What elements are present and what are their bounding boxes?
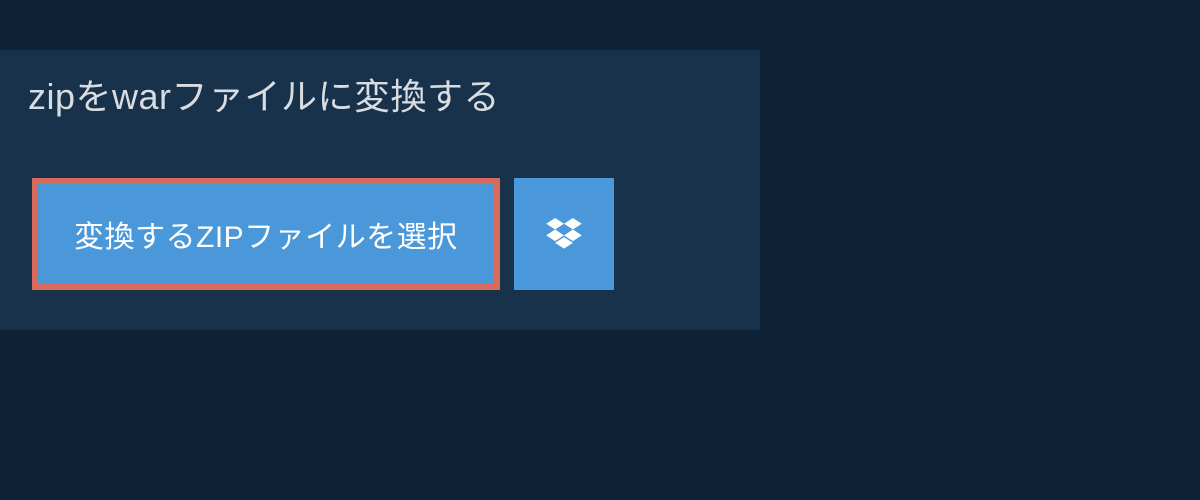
- select-file-label: 変換するZIPファイルを選択: [74, 212, 458, 256]
- title-bar: zipをwarファイルに変換する: [0, 50, 528, 138]
- dropbox-icon: [546, 218, 582, 250]
- converter-panel: zipをwarファイルに変換する 変換するZIPファイルを選択: [0, 50, 760, 330]
- page-title: zipをwarファイルに変換する: [28, 76, 500, 117]
- button-row: 変換するZIPファイルを選択: [32, 178, 760, 290]
- select-file-button[interactable]: 変換するZIPファイルを選択: [32, 178, 500, 290]
- dropbox-button[interactable]: [514, 178, 614, 290]
